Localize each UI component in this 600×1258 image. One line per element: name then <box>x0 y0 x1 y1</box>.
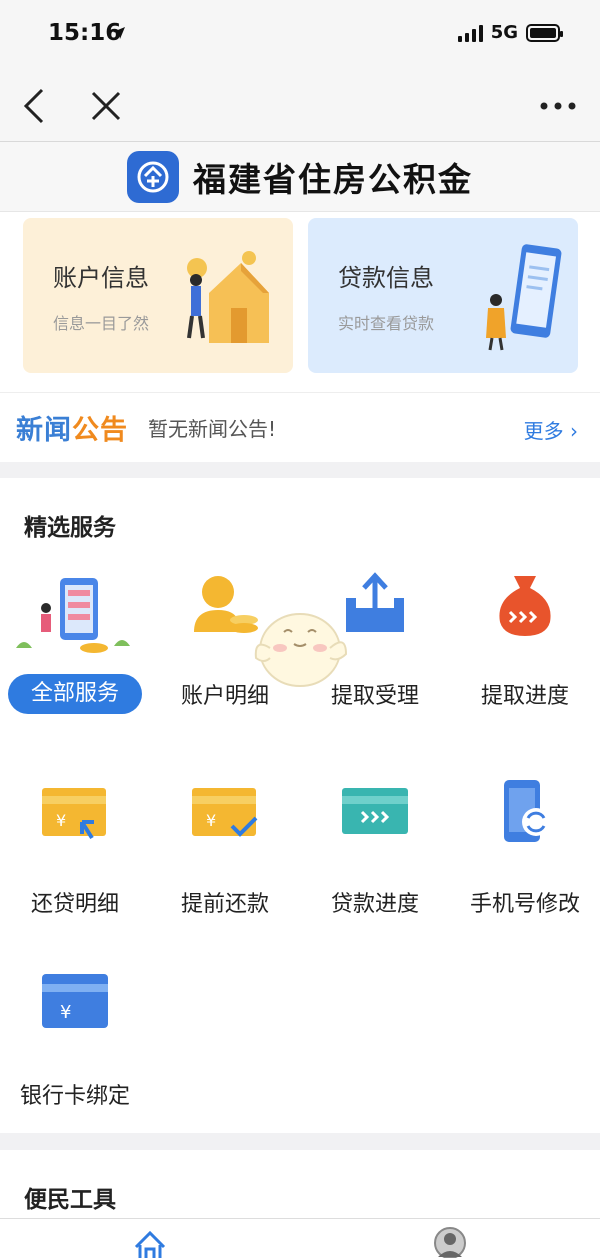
mascot-sticker-icon <box>250 598 350 693</box>
status-time: 15:16 <box>48 20 122 46</box>
back-button[interactable] <box>14 84 58 128</box>
news-text: 暂无新闻公告! <box>148 417 277 441</box>
repayment-detail-icon: ¥ <box>40 778 110 848</box>
service-label: 贷款进度 <box>330 892 419 917</box>
status-bar: 15:16 5G <box>0 0 600 70</box>
news-badge: 新闻公告 <box>16 415 128 446</box>
card-subtitle: 实时查看贷款 <box>338 314 435 333</box>
svg-text:¥: ¥ <box>206 811 216 830</box>
service-prepayment[interactable]: ¥ 提前还款 <box>150 778 300 968</box>
tab-home[interactable] <box>130 1227 170 1258</box>
phone-illustration-icon <box>474 238 564 362</box>
signal-icon <box>457 24 483 42</box>
section-title: 便民工具 <box>24 1187 116 1213</box>
bank-card-icon: ¥ <box>40 970 110 1040</box>
card-title: 账户信息 <box>53 264 149 292</box>
service-label: 提取进度 <box>480 684 569 709</box>
service-label: 全部服务 <box>8 674 142 714</box>
featured-services: 精选服务 全部服务 账户明细 提取受理 提取进度 ¥ 还贷明细 ¥ 提前还款 贷… <box>0 478 600 1133</box>
service-label: 还贷明细 <box>30 892 119 917</box>
more-options-button[interactable] <box>536 84 580 128</box>
nav-bar <box>0 70 600 142</box>
fund-logo-icon <box>127 150 179 203</box>
loan-info-card[interactable]: 贷款信息 实时查看贷款 <box>308 218 578 373</box>
service-withdraw-progress[interactable]: 提取进度 <box>450 570 600 760</box>
profile-icon <box>434 1227 466 1258</box>
withdraw-progress-icon <box>490 570 560 640</box>
card-title: 贷款信息 <box>338 264 434 292</box>
account-info-card[interactable]: 账户信息 信息一目了然 <box>23 218 293 373</box>
close-button[interactable] <box>84 84 128 128</box>
service-phone-change[interactable]: 手机号修改 <box>450 778 600 968</box>
convenience-tools: 便民工具 <box>0 1150 600 1218</box>
withdraw-accept-icon <box>340 570 410 640</box>
network-type: 5G <box>490 22 518 43</box>
brand-header: 福建省住房公积金 <box>0 142 600 212</box>
prepayment-icon: ¥ <box>190 778 260 848</box>
news-more-link[interactable]: 更多 › <box>524 415 578 444</box>
card-subtitle: 信息一目了然 <box>53 314 150 333</box>
location-arrow-icon <box>112 25 126 44</box>
service-bank-card[interactable]: ¥ 银行卡绑定 <box>0 970 150 1160</box>
battery-icon <box>526 23 563 42</box>
service-label: 提前还款 <box>180 892 269 917</box>
service-all[interactable]: 全部服务 <box>0 570 150 760</box>
svg-text:¥: ¥ <box>60 1002 71 1023</box>
section-title: 精选服务 <box>24 515 116 541</box>
bottom-tab-bar <box>0 1218 600 1258</box>
loan-progress-icon <box>340 778 410 848</box>
close-icon <box>91 91 121 121</box>
chevron-right-icon: › <box>563 419 578 443</box>
page-title: 福建省住房公积金 <box>193 159 473 199</box>
svg-text:¥: ¥ <box>56 811 66 830</box>
service-label: 银行卡绑定 <box>19 1084 130 1109</box>
all-services-icon <box>14 576 134 653</box>
more-dots-icon <box>540 102 576 110</box>
service-label: 手机号修改 <box>469 892 580 917</box>
main-content[interactable]: 账户信息 信息一目了然 贷款信息 实时查看贷款 新闻公告 暂无新闻公告! 更多 … <box>0 212 600 1218</box>
house-illustration-icon <box>179 238 279 362</box>
news-bar[interactable]: 新闻公告 暂无新闻公告! 更多 › <box>0 392 600 462</box>
back-icon <box>23 88 44 124</box>
service-loan-progress[interactable]: 贷款进度 <box>300 778 450 968</box>
info-cards: 账户信息 信息一目了然 贷款信息 实时查看贷款 <box>0 212 600 392</box>
home-icon <box>134 1230 166 1258</box>
phone-change-icon <box>490 778 560 848</box>
tab-profile[interactable] <box>430 1227 470 1258</box>
service-repayment-detail[interactable]: ¥ 还贷明细 <box>0 778 150 968</box>
